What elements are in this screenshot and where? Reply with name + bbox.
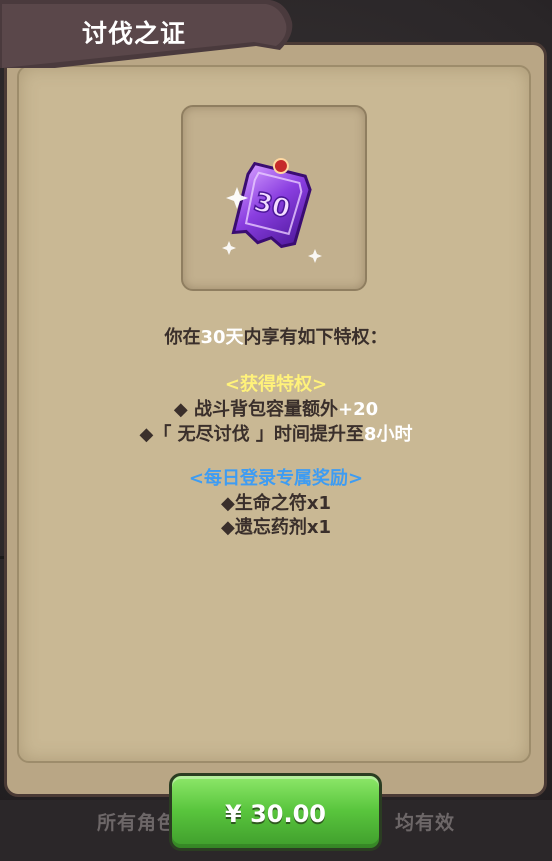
purple-badge-30-icon: 30 (222, 157, 322, 263)
privilege-backpack-value: +20 (337, 399, 379, 420)
intro-days: 30天 (200, 327, 244, 348)
privilege-item-backpack: ◆ 战斗背包容量额外+20 (0, 395, 552, 421)
footer-note-right: 均有效 (395, 812, 456, 834)
daily-rewards-heading: <每日登录专属奖励> (188, 468, 364, 489)
item-frame: 30 (181, 105, 367, 291)
privilege-intro: 你在30天内享有如下特权： (0, 323, 552, 349)
privilege-endless-text: ◆「 无尽讨伐 」时间提升至 (139, 424, 364, 445)
privileges-heading: <获得特权> (224, 374, 328, 395)
buy-price-label: ¥ 30.00 (225, 800, 326, 828)
privilege-backpack-text: ◆ 战斗背包容量额外 (173, 399, 338, 420)
daily-reward-item: ◆生命之符x1 (221, 493, 331, 514)
privilege-item-endless: ◆「 无尽讨伐 」时间提升至8小时 (0, 420, 552, 446)
buy-button[interactable]: ¥ 30.00 (169, 773, 382, 851)
daily-reward-item: ◆遗忘药剂x1 (221, 517, 331, 538)
game-dialog-screen: 所有角色 均有效 讨伐之证 30 你在30天内享有如下特权： <获得特权> ◆ … (0, 0, 552, 861)
dialog-title: 讨伐之证 (82, 19, 187, 48)
footer-note-left: 所有角色 (96, 812, 177, 834)
intro-suffix: 内享有如下特权： (243, 327, 388, 348)
privilege-endless-value: 8小时 (363, 424, 413, 445)
intro-prefix: 你在 (164, 327, 201, 348)
